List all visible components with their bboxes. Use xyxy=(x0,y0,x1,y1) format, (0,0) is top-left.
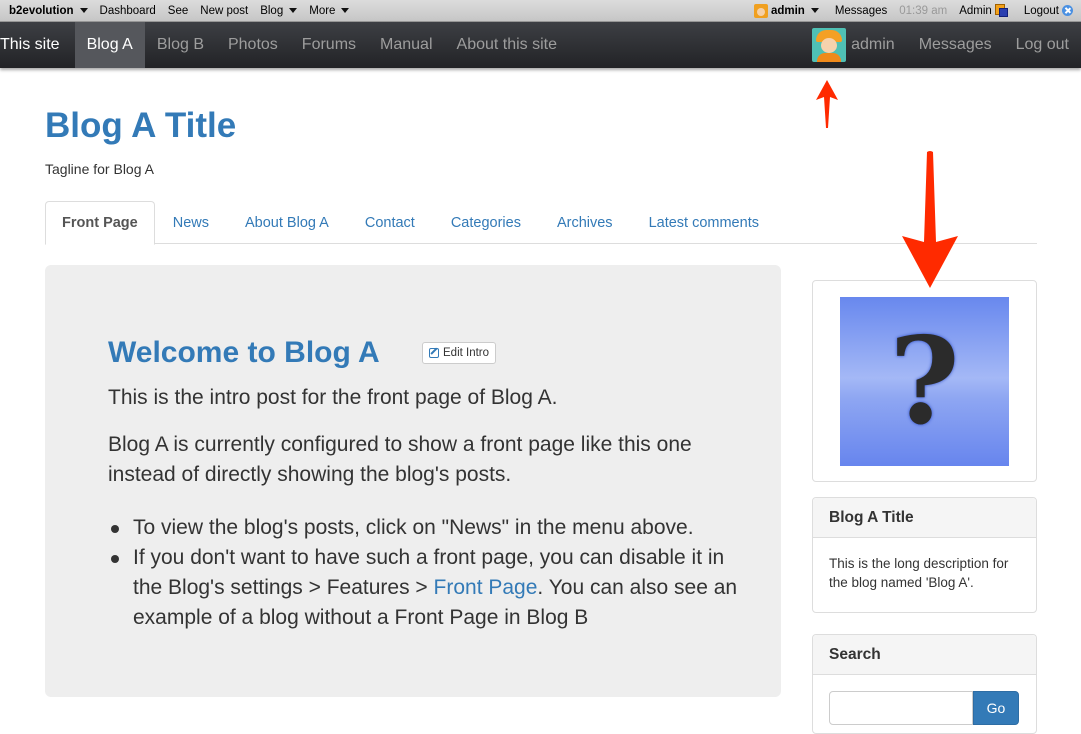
admin-toolbar: b2evolution Dashboard See New post Blog … xyxy=(0,0,1081,22)
edit-intro-button[interactable]: Edit Intro xyxy=(422,342,497,364)
tab-archives[interactable]: Archives xyxy=(539,201,631,244)
nav-user-label: admin xyxy=(851,36,895,53)
nav-logout[interactable]: Log out xyxy=(1004,22,1081,68)
intro-paragraph-2: Blog A is currently configured to show a… xyxy=(108,433,692,486)
evobar-brand-label: b2evolution xyxy=(9,4,74,17)
edit-intro-label: Edit Intro xyxy=(443,347,490,359)
front-page-settings-link[interactable]: Front Page xyxy=(434,576,538,599)
tab-front-page[interactable]: Front Page xyxy=(45,201,155,245)
evobar-user-menu[interactable]: admin xyxy=(748,0,825,21)
user-avatar-icon xyxy=(753,3,768,18)
nav-forums[interactable]: Forums xyxy=(290,22,368,68)
tab-news[interactable]: News xyxy=(155,201,227,244)
chevron-down-icon xyxy=(810,8,819,13)
evobar-messages-link[interactable]: Messages xyxy=(829,0,893,21)
evobar-blog-menu[interactable]: Blog xyxy=(254,0,303,21)
evobar-dashboard-link[interactable]: Dashboard xyxy=(94,0,162,21)
widget-title: Search xyxy=(813,635,1036,675)
nav-about[interactable]: About this site xyxy=(445,22,570,68)
nav-photos[interactable]: Photos xyxy=(216,22,290,68)
evobar-user-label: admin xyxy=(770,4,805,17)
search-widget: Search Go xyxy=(812,634,1037,734)
evobar-admin-label: Admin xyxy=(959,4,992,17)
blog-tagline: Tagline for Blog A xyxy=(45,161,154,177)
intro-title: Welcome to Blog A xyxy=(108,336,380,369)
evobar-new-post-link[interactable]: New post xyxy=(194,0,254,21)
evobar-logout-link[interactable]: Logout xyxy=(1018,0,1081,21)
evobar-blog-label: Blog xyxy=(260,4,284,17)
evobar-brand-menu[interactable]: b2evolution xyxy=(0,0,94,21)
nav-this-site[interactable]: This site xyxy=(0,22,75,68)
chevron-down-icon xyxy=(341,8,350,13)
annotation-arrow-down-icon xyxy=(902,151,958,288)
evobar-admin-link[interactable]: Admin xyxy=(953,0,1014,21)
tab-about-blog-a[interactable]: About Blog A xyxy=(227,201,347,244)
intro-post: Welcome to Blog A Edit Intro This is the… xyxy=(45,265,781,697)
blog-title[interactable]: Blog A Title xyxy=(45,106,236,146)
user-avatar xyxy=(812,28,847,62)
question-mark-image: ? xyxy=(840,297,1009,466)
nav-blog-a[interactable]: Blog A xyxy=(74,22,145,68)
blog-description-widget: Blog A Title This is the long descriptio… xyxy=(812,497,1037,613)
list-item: If you don't want to have such a front p… xyxy=(108,543,748,633)
admin-icon xyxy=(994,4,1008,17)
evobar-time: 01:39 am xyxy=(899,4,948,17)
annotation-arrow-up-icon xyxy=(816,80,838,128)
nav-user-profile[interactable]: admin xyxy=(800,22,907,68)
site-navbar: This site Blog A Blog B Photos Forums Ma… xyxy=(0,22,1081,68)
intro-list: To view the blog's posts, click on "News… xyxy=(108,513,748,633)
nav-manual[interactable]: Manual xyxy=(368,22,444,68)
nav-blog-b[interactable]: Blog B xyxy=(145,22,216,68)
blog-long-description: This is the long description for the blo… xyxy=(829,556,1009,590)
blog-image-widget: ? xyxy=(812,280,1037,482)
evobar-see-link[interactable]: See xyxy=(162,0,194,21)
nav-messages[interactable]: Messages xyxy=(907,22,1004,68)
evobar-logout-label: Logout xyxy=(1023,4,1059,17)
chevron-down-icon xyxy=(79,8,88,13)
edit-icon xyxy=(429,348,439,358)
chevron-down-icon xyxy=(289,8,298,13)
logout-icon xyxy=(1062,5,1073,16)
tab-contact[interactable]: Contact xyxy=(347,201,433,244)
evobar-more-menu[interactable]: More xyxy=(303,0,355,21)
tab-categories[interactable]: Categories xyxy=(433,201,539,244)
list-item: To view the blog's posts, click on "News… xyxy=(108,513,748,543)
widget-title: Blog A Title xyxy=(813,498,1036,538)
tab-latest-comments[interactable]: Latest comments xyxy=(631,201,777,244)
blog-menu-tabs: Front Page News About Blog A Contact Cat… xyxy=(45,201,1037,245)
evobar-more-label: More xyxy=(309,4,336,17)
intro-paragraph-1: This is the intro post for the front pag… xyxy=(108,386,558,409)
